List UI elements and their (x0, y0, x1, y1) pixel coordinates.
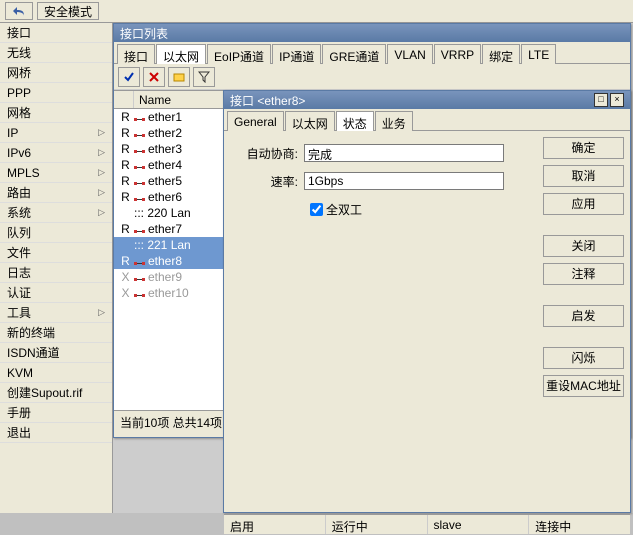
dialog-form: 自动协商: 完成 速率: 1Gbps 全双工 (228, 135, 541, 510)
tab-绑定[interactable]: 绑定 (482, 44, 520, 64)
status-enabled: 启用 (224, 515, 326, 534)
sidebar-item-15[interactable]: 新的终端 (0, 323, 112, 343)
interface-icon (134, 193, 145, 202)
safe-mode-button[interactable]: 安全模式 (37, 2, 99, 20)
top-toolbar: 安全模式 (0, 0, 633, 23)
sidebar-item-20[interactable]: 退出 (0, 423, 112, 443)
workspace: 接口列表 接口以太网EoIP通道IP通道GRE通道VLANVRRP绑定LTE N… (113, 23, 633, 513)
auto-neg-label: 自动协商: (234, 145, 304, 162)
tab-VLAN[interactable]: VLAN (387, 44, 432, 64)
interface-icon (134, 129, 145, 138)
sidebar-item-12[interactable]: 日志 (0, 263, 112, 283)
dialog-tab-General[interactable]: General (227, 111, 284, 131)
reset-mac-button[interactable]: 重设MAC地址 (543, 375, 624, 397)
full-duplex-checkbox[interactable] (310, 203, 323, 216)
interface-icon (134, 145, 145, 154)
comment-button[interactable]: 注释 (543, 263, 624, 285)
sidebar-item-8[interactable]: 路由▷ (0, 183, 112, 203)
dialog-tabs: General以太网状态业务 (224, 109, 630, 131)
status-link: 连接中 (529, 515, 630, 534)
full-duplex-check[interactable]: 全双工 (310, 201, 362, 218)
tab-LTE[interactable]: LTE (521, 44, 556, 64)
interface-dialog: 接口 <ether8> □ × General以太网状态业务 自动协商: 完成 … (223, 90, 631, 513)
rate-label: 速率: (234, 173, 304, 190)
sidebar-item-18[interactable]: 创建Supout.rif (0, 383, 112, 403)
submenu-arrow-icon: ▷ (98, 167, 105, 178)
sidebar-item-0[interactable]: 接口 (0, 23, 112, 43)
sidebar-item-7[interactable]: MPLS▷ (0, 163, 112, 183)
window-title: 接口列表 (120, 25, 168, 42)
submenu-arrow-icon: ▷ (98, 307, 105, 318)
sidebar-item-5[interactable]: IP▷ (0, 123, 112, 143)
interface-icon (134, 113, 145, 122)
window-title-bar[interactable]: 接口列表 (114, 24, 630, 42)
enable-button[interactable]: 启发 (543, 305, 624, 327)
enable-button[interactable] (118, 67, 140, 87)
dialog-buttons: 确定 取消 应用 关闭 注释 启发 闪烁 重设MAC地址 (541, 135, 626, 510)
sidebar-item-11[interactable]: 文件 (0, 243, 112, 263)
undo-button[interactable] (5, 2, 33, 20)
tab-EoIP通道[interactable]: EoIP通道 (207, 44, 271, 64)
sidebar-item-6[interactable]: IPv6▷ (0, 143, 112, 163)
minimize-icon[interactable]: □ (594, 93, 608, 107)
sidebar-item-2[interactable]: 网桥 (0, 63, 112, 83)
interface-icon (134, 177, 145, 186)
close-icon[interactable]: × (610, 93, 624, 107)
sidebar-item-13[interactable]: 认证 (0, 283, 112, 303)
status-running: 运行中 (326, 515, 428, 534)
tab-VRRP[interactable]: VRRP (434, 44, 481, 64)
sidebar-item-1[interactable]: 无线 (0, 43, 112, 63)
dialog-status-bar: 启用 运行中 slave 连接中 (224, 514, 630, 534)
list-tabs: 接口以太网EoIP通道IP通道GRE通道VLANVRRP绑定LTE (114, 42, 630, 64)
rate-value[interactable]: 1Gbps (304, 172, 504, 190)
tab-以太网[interactable]: 以太网 (156, 44, 206, 64)
submenu-arrow-icon: ▷ (98, 187, 105, 198)
interface-icon (134, 273, 145, 282)
interface-icon (134, 257, 145, 266)
interface-icon (134, 161, 145, 170)
status-slave: slave (428, 515, 530, 534)
sidebar: 接口无线网桥PPP网格IP▷IPv6▷MPLS▷路由▷系统▷队列文件日志认证工具… (0, 23, 113, 513)
tab-接口[interactable]: 接口 (117, 44, 155, 64)
auto-neg-value[interactable]: 完成 (304, 144, 504, 162)
ok-button[interactable]: 确定 (543, 137, 624, 159)
dialog-title: 接口 <ether8> (230, 92, 305, 109)
interface-icon (134, 225, 145, 234)
blink-button[interactable]: 闪烁 (543, 347, 624, 369)
sidebar-item-10[interactable]: 队列 (0, 223, 112, 243)
tab-IP通道[interactable]: IP通道 (272, 44, 321, 64)
dialog-tab-业务[interactable]: 业务 (375, 111, 413, 131)
dialog-tab-状态[interactable]: 状态 (336, 111, 374, 131)
apply-button[interactable]: 应用 (543, 193, 624, 215)
undo-icon (12, 5, 26, 17)
submenu-arrow-icon: ▷ (98, 127, 105, 138)
filter-button[interactable] (193, 67, 215, 87)
sidebar-item-3[interactable]: PPP (0, 83, 112, 103)
sidebar-item-19[interactable]: 手册 (0, 403, 112, 423)
submenu-arrow-icon: ▷ (98, 207, 105, 218)
sidebar-item-14[interactable]: 工具▷ (0, 303, 112, 323)
submenu-arrow-icon: ▷ (98, 147, 105, 158)
comment-button[interactable] (168, 67, 190, 87)
cancel-button[interactable]: 取消 (543, 165, 624, 187)
sidebar-item-9[interactable]: 系统▷ (0, 203, 112, 223)
dialog-tab-以太网[interactable]: 以太网 (285, 111, 335, 131)
interface-icon (134, 289, 145, 298)
col-flag[interactable] (114, 91, 134, 108)
disable-button[interactable] (143, 67, 165, 87)
sidebar-item-4[interactable]: 网格 (0, 103, 112, 123)
sidebar-item-17[interactable]: KVM (0, 363, 112, 383)
close-button[interactable]: 关闭 (543, 235, 624, 257)
dialog-title-bar[interactable]: 接口 <ether8> □ × (224, 91, 630, 109)
tab-GRE通道[interactable]: GRE通道 (322, 44, 386, 64)
list-toolbar (114, 64, 630, 90)
sidebar-item-16[interactable]: ISDN通道 (0, 343, 112, 363)
